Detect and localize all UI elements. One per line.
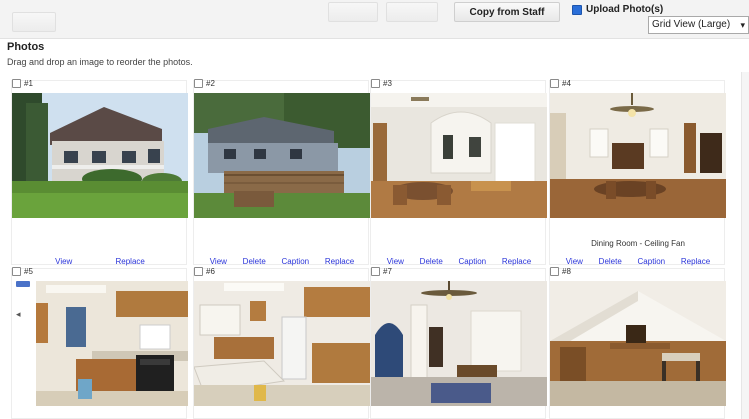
photo-actions: View Delete Caption Replace (194, 257, 370, 266)
photo-thumbnail[interactable] (36, 281, 188, 406)
toolbar-left-button[interactable] (12, 12, 56, 32)
toolbar-faint-button-2[interactable] (386, 2, 438, 22)
photo-number: #6 (206, 267, 215, 276)
upload-checkbox[interactable] (572, 4, 582, 15)
view-link[interactable]: View (210, 257, 227, 266)
photo-thumbnail[interactable] (371, 93, 547, 218)
caption-link[interactable]: Caption (638, 257, 666, 266)
photo-number: #1 (24, 79, 33, 88)
photo-number: #5 (24, 267, 33, 276)
replace-link[interactable]: Replace (325, 257, 354, 266)
caption-link[interactable]: Caption (459, 257, 487, 266)
chevron-down-icon: ▾ (740, 20, 745, 30)
select-checkbox[interactable] (550, 79, 559, 88)
view-link[interactable]: View (387, 257, 404, 266)
select-checkbox[interactable] (12, 267, 21, 276)
photo-grid: #1 View Replace #2 View Delete Caption R… (0, 72, 749, 419)
select-checkbox[interactable] (550, 267, 559, 276)
photo-thumbnail[interactable] (194, 281, 370, 406)
photo-actions: View Replace (12, 257, 188, 266)
copy-from-staff-button[interactable]: Copy from Staff (454, 2, 560, 22)
delete-link[interactable]: Delete (599, 257, 622, 266)
toolbar: Copy from Staff Upload Photo(s) Grid Vie… (0, 0, 749, 39)
drag-handle[interactable] (16, 281, 30, 287)
drag-arrow-icon: ◂ (16, 309, 21, 319)
select-checkbox[interactable] (194, 79, 203, 88)
photo-thumbnail[interactable] (550, 281, 726, 406)
select-checkbox[interactable] (371, 267, 380, 276)
upload-photos-toggle[interactable]: Upload Photo(s) (572, 4, 663, 15)
photo-thumbnail[interactable] (12, 93, 188, 218)
delete-link[interactable]: Delete (243, 257, 266, 266)
vertical-scrollbar[interactable] (741, 72, 749, 419)
select-checkbox[interactable] (371, 79, 380, 88)
replace-link[interactable]: Replace (115, 257, 144, 266)
photo-card[interactable]: #6 (193, 267, 370, 419)
photo-number: #3 (383, 79, 392, 88)
view-mode-select[interactable]: Grid View (Large) ▾ (648, 16, 749, 34)
replace-link[interactable]: Replace (681, 257, 710, 266)
photo-actions: View Delete Caption Replace (550, 257, 726, 266)
select-checkbox[interactable] (12, 79, 21, 88)
view-link[interactable]: View (566, 257, 583, 266)
view-link[interactable]: View (55, 257, 72, 266)
photo-thumbnail[interactable] (550, 93, 726, 218)
photo-card[interactable]: #4 Dining Room - Ceiling Fan View Delete… (549, 79, 726, 266)
caption-link[interactable]: Caption (282, 257, 310, 266)
photo-caption: Dining Room - Ceiling Fan (591, 239, 685, 248)
upload-label: Upload Photo(s) (586, 4, 664, 15)
photo-card[interactable]: #1 View Replace (11, 79, 188, 266)
photo-number: #7 (383, 267, 392, 276)
photo-number: #2 (206, 79, 215, 88)
photo-card[interactable]: #3 View Delete Caption Replace (370, 79, 547, 266)
photo-number: #8 (562, 267, 571, 276)
photo-card[interactable]: #8 (549, 267, 726, 419)
view-mode-value: Grid View (Large) (652, 19, 731, 30)
select-checkbox[interactable] (194, 267, 203, 276)
photo-number: #4 (562, 79, 571, 88)
page-title: Photos (7, 41, 45, 53)
photo-card[interactable]: #2 View Delete Caption Replace (193, 79, 370, 266)
toolbar-faint-button-1[interactable] (328, 2, 378, 22)
replace-link[interactable]: Replace (502, 257, 531, 266)
photo-thumbnail[interactable] (194, 93, 370, 218)
delete-link[interactable]: Delete (420, 257, 443, 266)
photo-card[interactable]: #5 ◂ (11, 267, 188, 419)
reorder-hint: Drag and drop an image to reorder the ph… (7, 57, 193, 67)
photo-card[interactable]: #7 (370, 267, 547, 419)
photo-thumbnail[interactable] (371, 281, 547, 406)
photo-actions: View Delete Caption Replace (371, 257, 547, 266)
